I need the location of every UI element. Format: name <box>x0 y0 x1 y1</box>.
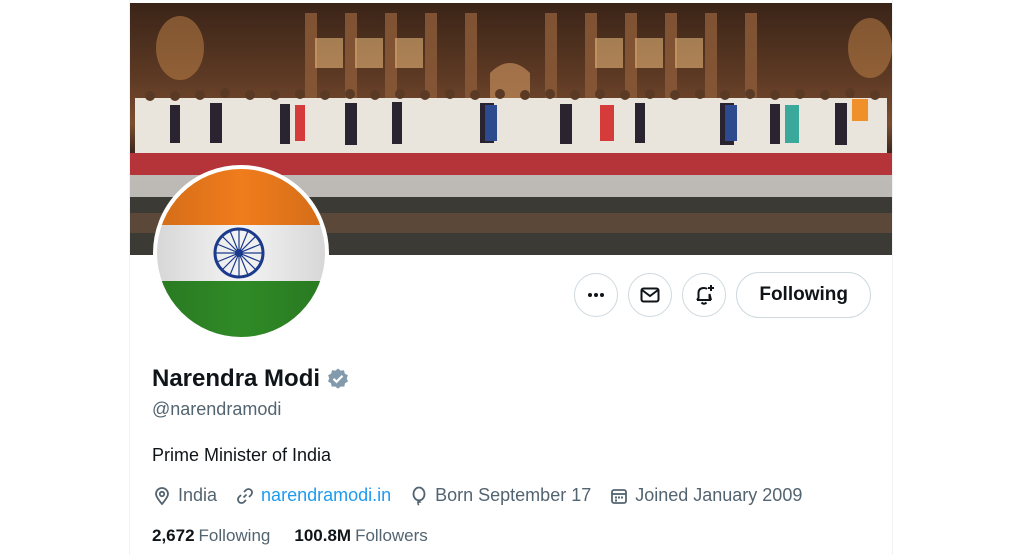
notify-button[interactable] <box>682 273 727 317</box>
meta-joined-text: Joined January 2009 <box>635 485 803 505</box>
profile-card: Following Narendra Modi @narendramodi Pr… <box>129 0 893 555</box>
meta-joined: Joined January 2009 <box>609 485 802 506</box>
followers-count: 100.8M <box>294 526 352 545</box>
bell-plus-icon <box>696 285 715 305</box>
followers-label: Followers <box>355 526 428 545</box>
following-count-link[interactable]: 2,672 Following <box>152 526 270 546</box>
profile-stats: 2,672 Following 100.8M Followers <box>152 526 452 546</box>
verified-badge-icon[interactable] <box>326 367 350 391</box>
profile-bio: Prime Minister of India <box>152 445 332 465</box>
profile-name-row: Narendra Modi <box>152 365 350 393</box>
profile-meta: India narendramodi.in Born September 17 <box>152 485 820 506</box>
profile-avatar[interactable] <box>153 165 329 341</box>
profile-handle: @narendramodi <box>152 399 282 419</box>
calendar-icon <box>611 488 628 504</box>
link-icon <box>237 487 253 504</box>
profile-actions: Following <box>574 272 871 318</box>
more-icon <box>588 293 605 297</box>
followers-count-link[interactable]: 100.8M Followers <box>294 526 427 546</box>
meta-location: India <box>152 485 217 506</box>
website-link[interactable]: narendramodi.in <box>261 485 391 506</box>
meta-birthday: Born September 17 <box>409 485 591 506</box>
meta-birthday-text: Born September 17 <box>435 485 592 505</box>
balloon-icon <box>412 486 426 506</box>
profile-name: Narendra Modi <box>152 365 321 392</box>
meta-location-text: India <box>178 485 218 505</box>
meta-website: narendramodi.in <box>235 485 391 506</box>
following-label: Following <box>198 526 271 545</box>
more-button[interactable] <box>574 273 619 317</box>
india-flag-icon <box>157 169 325 337</box>
following-count: 2,672 <box>152 526 195 545</box>
following-button[interactable]: Following <box>736 272 871 318</box>
location-pin-icon <box>155 486 169 505</box>
envelope-icon <box>640 287 660 303</box>
message-button[interactable] <box>628 273 673 317</box>
